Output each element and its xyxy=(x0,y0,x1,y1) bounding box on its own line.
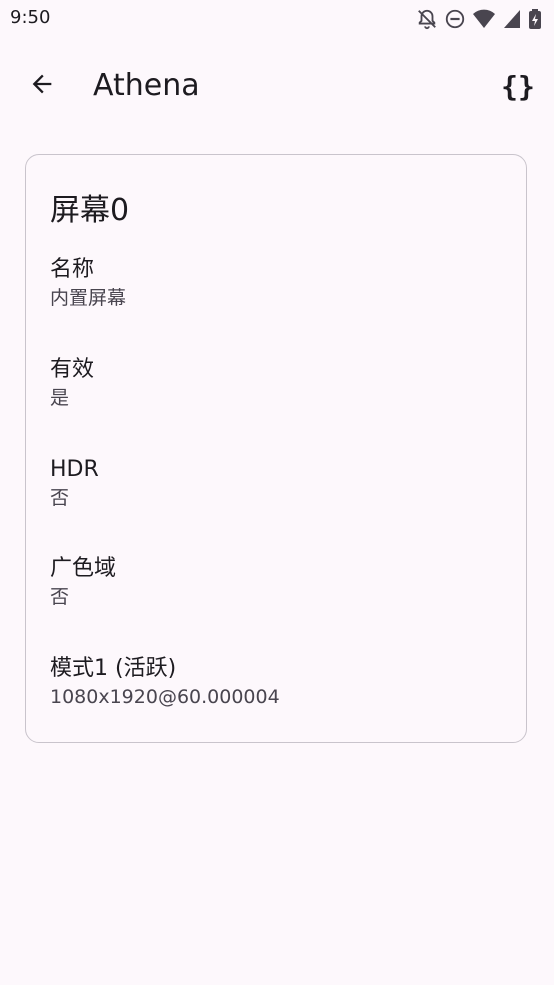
status-time: 9:50 xyxy=(10,7,51,28)
property-wide-color-gamut: 广色域 否 xyxy=(50,554,116,610)
status-icons xyxy=(416,8,542,30)
top-app-bar: Athena {} xyxy=(0,50,554,126)
property-mode-1: 模式1 (活跃) 1080x1920@60.000004 xyxy=(50,654,280,710)
signal-icon xyxy=(502,8,522,30)
property-value: 1080x1920@60.000004 xyxy=(50,686,280,708)
property-name: 名称 内置屏幕 xyxy=(50,255,126,311)
property-value: 是 xyxy=(50,387,70,409)
display-info-card: 屏幕0 名称 内置屏幕 有效 是 HDR 否 广色域 否 模式1 (活跃) 10… xyxy=(25,154,527,743)
property-value: 否 xyxy=(50,586,70,608)
property-hdr: HDR 否 xyxy=(50,455,99,511)
card-title: 屏幕0 xyxy=(50,193,130,228)
property-label: 名称 xyxy=(50,257,95,282)
property-label: 模式1 (活跃) xyxy=(50,656,177,681)
property-valid: 有效 是 xyxy=(50,355,94,411)
page-title: Athena xyxy=(93,68,200,103)
dnd-icon xyxy=(444,8,466,30)
battery-charging-icon xyxy=(528,8,542,30)
property-label: 有效 xyxy=(50,357,95,382)
code-view-button[interactable]: {} xyxy=(494,62,542,110)
code-braces-icon: {} xyxy=(501,69,535,103)
wifi-icon xyxy=(472,8,496,30)
status-bar: 9:50 xyxy=(0,0,554,38)
back-button[interactable] xyxy=(18,62,66,110)
bell-off-icon xyxy=(416,8,438,30)
property-value: 内置屏幕 xyxy=(50,287,127,309)
arrow-back-icon xyxy=(28,70,56,102)
property-label: HDR xyxy=(50,457,99,482)
property-value: 否 xyxy=(50,487,70,509)
property-label: 广色域 xyxy=(50,556,117,581)
